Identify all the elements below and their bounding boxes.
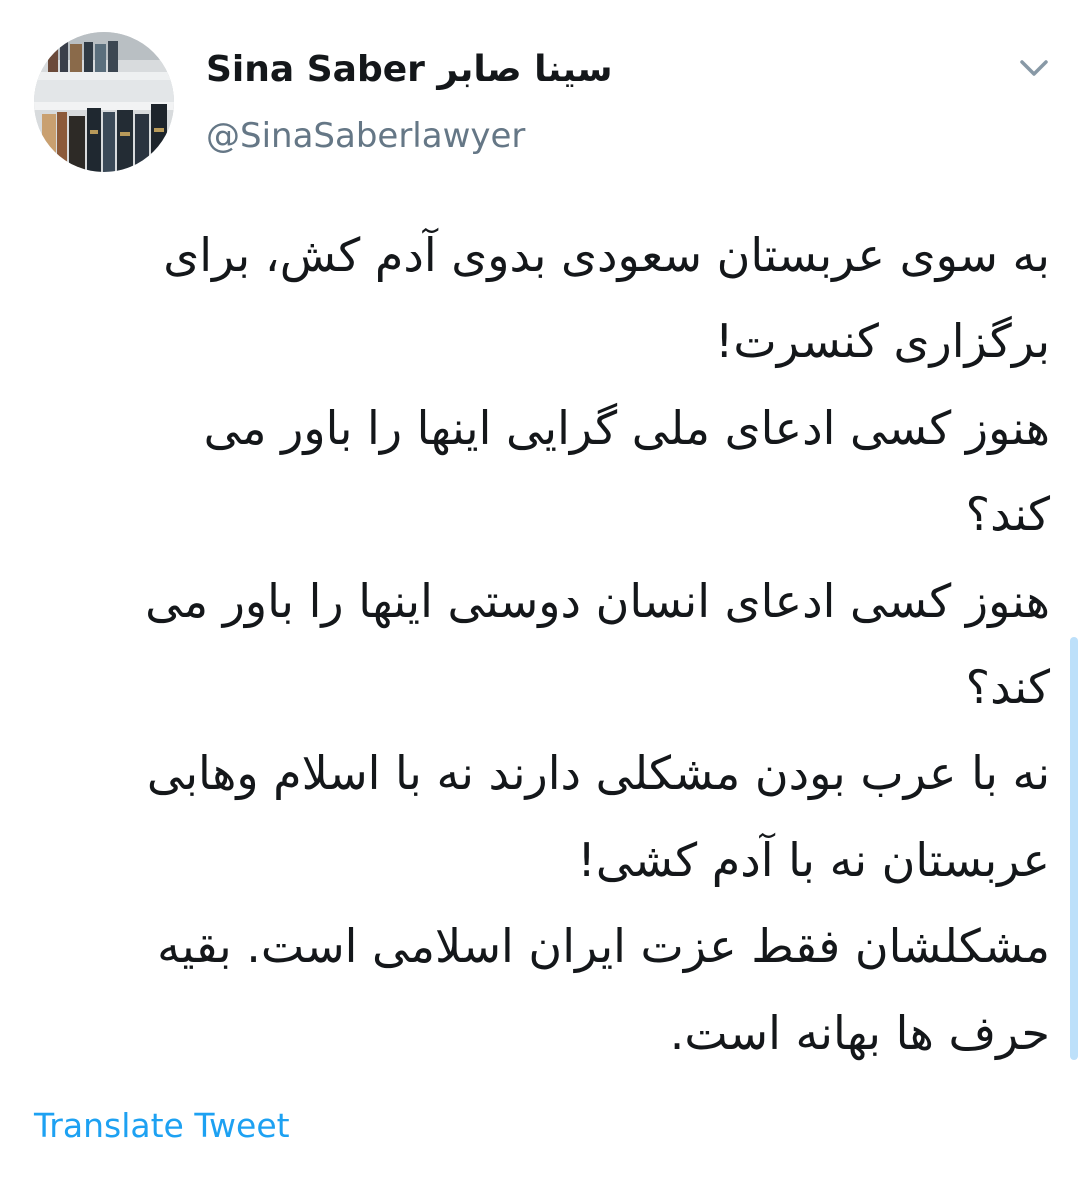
avatar[interactable]: [34, 32, 174, 172]
tweet-line: کند؟: [965, 487, 1050, 542]
tweet-line: برگزاری کنسرت!: [714, 314, 1050, 369]
author-handle[interactable]: @SinaSaberlawyer: [206, 112, 525, 160]
tweet-line: هنوز کسی ادعای ملی گرایی اینها را باور م…: [203, 400, 1050, 455]
tweet-line: نه با عرب بودن مشکلی دارند نه با اسلام و…: [146, 746, 1050, 801]
tweet-line: هنوز کسی ادعای انسان دوستی اینها را باور…: [145, 573, 1050, 628]
chevron-down-icon[interactable]: [1012, 50, 1056, 86]
tweet-line: مشکلشان فقط عزت ایران اسلامی است. بقیه: [157, 919, 1050, 974]
tweet-line: عربستان نه با آدم کشی!: [577, 832, 1050, 887]
scroll-indicator: [1070, 637, 1078, 1060]
tweet-line: کند؟: [965, 660, 1050, 715]
tweet-text: به سوی عربستان سعودی بدوی آدم کش، برای ب…: [40, 212, 1050, 1076]
bookshelf-avatar-image: [34, 32, 174, 172]
tweet-line: به سوی عربستان سعودی بدوی آدم کش، برای: [163, 228, 1050, 282]
author-name[interactable]: Sina Saber سینا صابر: [206, 46, 612, 94]
translate-tweet-link[interactable]: Translate Tweet: [34, 1104, 290, 1148]
tweet-line: حرف ها بهانه است.: [669, 1005, 1050, 1060]
